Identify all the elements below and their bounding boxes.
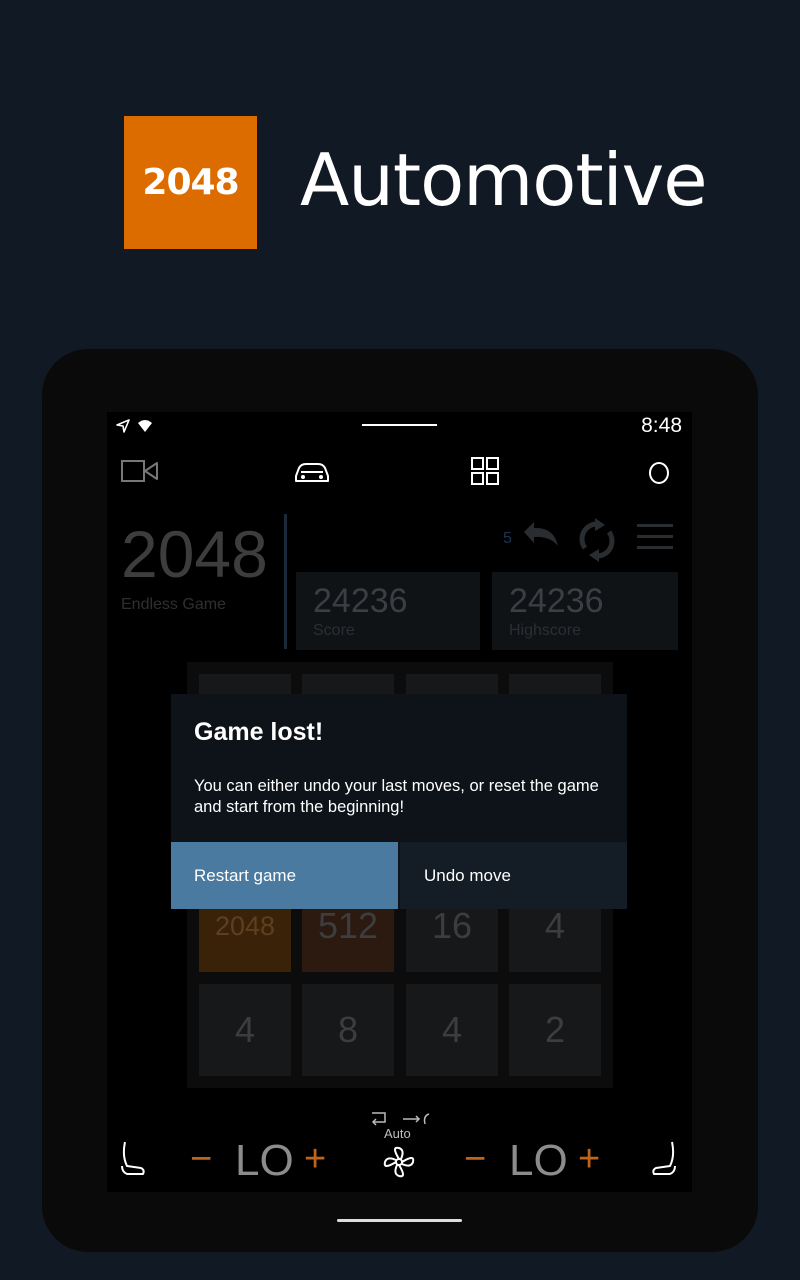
seat-heat-left-icon[interactable] bbox=[119, 1138, 149, 1183]
left-temp-increase-button[interactable]: + bbox=[304, 1138, 326, 1181]
board-tile: 4 bbox=[406, 984, 498, 1076]
undo-icon[interactable] bbox=[520, 518, 562, 556]
game-title: 2048 bbox=[121, 517, 268, 591]
fan-auto-label: Auto bbox=[384, 1126, 411, 1141]
score-label: Score bbox=[313, 622, 355, 639]
dialog-message: You can either undo your last moves, or … bbox=[194, 777, 599, 816]
right-temp-increase-button[interactable]: + bbox=[578, 1138, 600, 1181]
board-tile: 8 bbox=[302, 984, 394, 1076]
fan-icon[interactable] bbox=[381, 1144, 417, 1185]
highscore-box: 24236 Highscore bbox=[492, 572, 678, 650]
right-temperature: LO bbox=[509, 1136, 568, 1185]
right-temp-decrease-button[interactable]: − bbox=[464, 1138, 486, 1181]
app-logo: 2048 bbox=[124, 116, 257, 249]
left-temp-decrease-button[interactable]: − bbox=[190, 1138, 212, 1181]
apps-grid-icon[interactable] bbox=[470, 456, 500, 490]
climate-bar: − LO + Auto − LO + bbox=[107, 1112, 692, 1192]
top-navigation bbox=[107, 456, 692, 492]
seat-heat-right-icon[interactable] bbox=[648, 1138, 678, 1183]
status-pill bbox=[362, 424, 437, 426]
video-icon[interactable] bbox=[121, 456, 159, 490]
promo-headline: Automotive bbox=[300, 138, 707, 222]
game-mode-label: Endless Game bbox=[121, 596, 226, 613]
undo-count: 5 bbox=[503, 530, 512, 547]
undo-move-button[interactable]: Undo move bbox=[400, 842, 627, 909]
score-value: 24236 bbox=[313, 582, 408, 620]
assistant-circle-icon[interactable] bbox=[647, 456, 671, 490]
home-indicator[interactable] bbox=[337, 1219, 462, 1222]
wifi-icon bbox=[137, 418, 153, 437]
menu-icon[interactable] bbox=[637, 524, 673, 554]
logo-text: 2048 bbox=[142, 162, 239, 203]
highscore-value: 24236 bbox=[509, 582, 604, 620]
refresh-icon[interactable] bbox=[579, 518, 615, 566]
highscore-label: Highscore bbox=[509, 622, 582, 639]
device-screen: 8:48 2048 Endless Game 5 24236 Score 242… bbox=[107, 412, 692, 1192]
board-tile: 2 bbox=[509, 984, 601, 1076]
status-bar: 8:48 bbox=[107, 412, 692, 440]
game-lost-dialog: Game lost! You can either undo your last… bbox=[171, 694, 627, 909]
clock: 8:48 bbox=[641, 414, 682, 437]
dialog-title: Game lost! bbox=[194, 718, 324, 746]
car-icon[interactable] bbox=[292, 456, 332, 490]
score-box: 24236 Score bbox=[296, 572, 480, 650]
board-tile: 4 bbox=[199, 984, 291, 1076]
header-divider bbox=[284, 514, 287, 649]
navigation-arrow-icon bbox=[115, 418, 131, 438]
left-temperature: LO bbox=[235, 1136, 294, 1185]
restart-game-button[interactable]: Restart game bbox=[171, 842, 398, 909]
